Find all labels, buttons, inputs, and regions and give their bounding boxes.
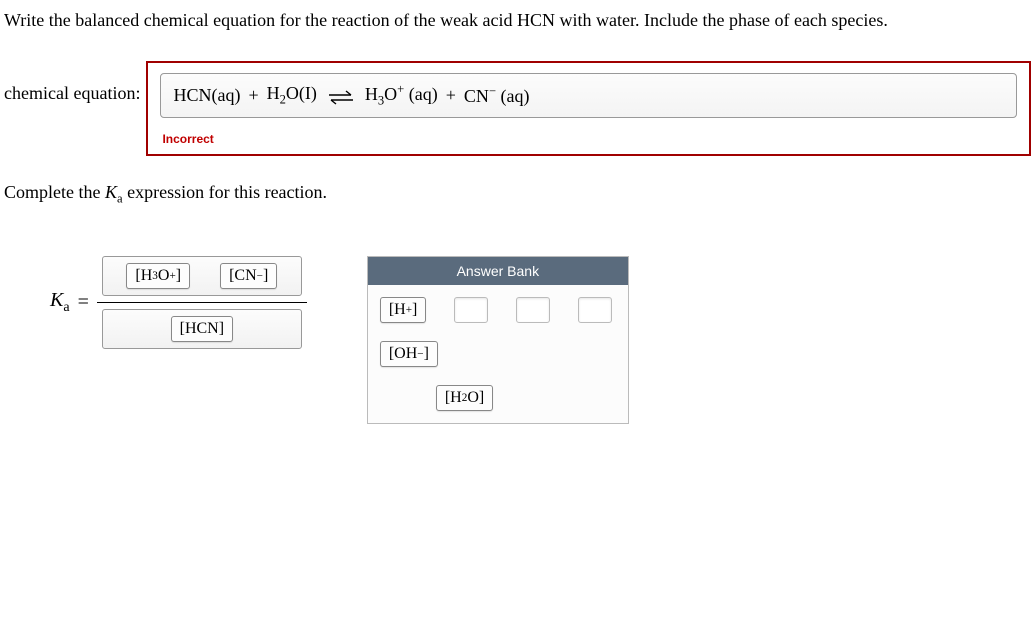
ka-numerator-dropzone[interactable]: [H3O+] [CN−]: [102, 256, 302, 296]
equilibrium-arrow-icon: [321, 85, 361, 106]
ka-denominator-dropzone[interactable]: [HCN]: [102, 309, 302, 349]
eq-term-cn: CN− (aq): [464, 84, 530, 107]
chip-h3o-placed[interactable]: [H3O+]: [126, 263, 190, 289]
equation-box: HCN(aq) + H2O(I) H3O+ (aq) + CN− (aq): [146, 61, 1031, 156]
answer-bank: Answer Bank [H+] [OH−] [H2O]: [367, 256, 629, 424]
equation-row: chemical equation: HCN(aq) + H2O(I) H3O+…: [0, 61, 1031, 176]
eq-plus: +: [244, 85, 262, 106]
answer-bank-body: [H+] [OH−] [H2O]: [368, 285, 628, 423]
equation-label: chemical equation:: [4, 61, 146, 104]
ka-section: Ka = [H3O+] [CN−] [HCN] Answer Bank: [0, 206, 1031, 424]
chip-hcn-placed[interactable]: [HCN]: [171, 316, 233, 342]
empty-slot[interactable]: [578, 297, 612, 323]
empty-slot[interactable]: [454, 297, 488, 323]
ka-fraction: [H3O+] [CN−] [HCN]: [97, 256, 307, 349]
subquestion-text: Complete the Ka expression for this reac…: [0, 176, 1031, 207]
eq-term-h2o: H2O(I): [267, 83, 317, 108]
equals-sign: =: [78, 291, 89, 314]
ka-symbol: Ka: [50, 289, 70, 316]
chip-cn-placed[interactable]: [CN−]: [220, 263, 277, 289]
chemical-equation-input[interactable]: HCN(aq) + H2O(I) H3O+ (aq) + CN− (aq): [160, 73, 1017, 118]
ka-expression: Ka = [H3O+] [CN−] [HCN]: [50, 256, 307, 349]
feedback-incorrect: Incorrect: [160, 118, 1017, 146]
chip-oh-minus[interactable]: [OH−]: [380, 341, 438, 367]
answer-bank-header: Answer Bank: [368, 257, 628, 285]
question-text: Write the balanced chemical equation for…: [0, 10, 1031, 61]
empty-slot[interactable]: [516, 297, 550, 323]
fraction-bar: [97, 302, 307, 303]
eq-term-hcn: HCN(aq): [173, 85, 240, 106]
chip-h2o[interactable]: [H2O]: [436, 385, 493, 411]
eq-term-h3o: H3O+ (aq): [365, 82, 438, 109]
eq-plus: +: [442, 85, 460, 106]
chip-h-plus[interactable]: [H+]: [380, 297, 427, 323]
